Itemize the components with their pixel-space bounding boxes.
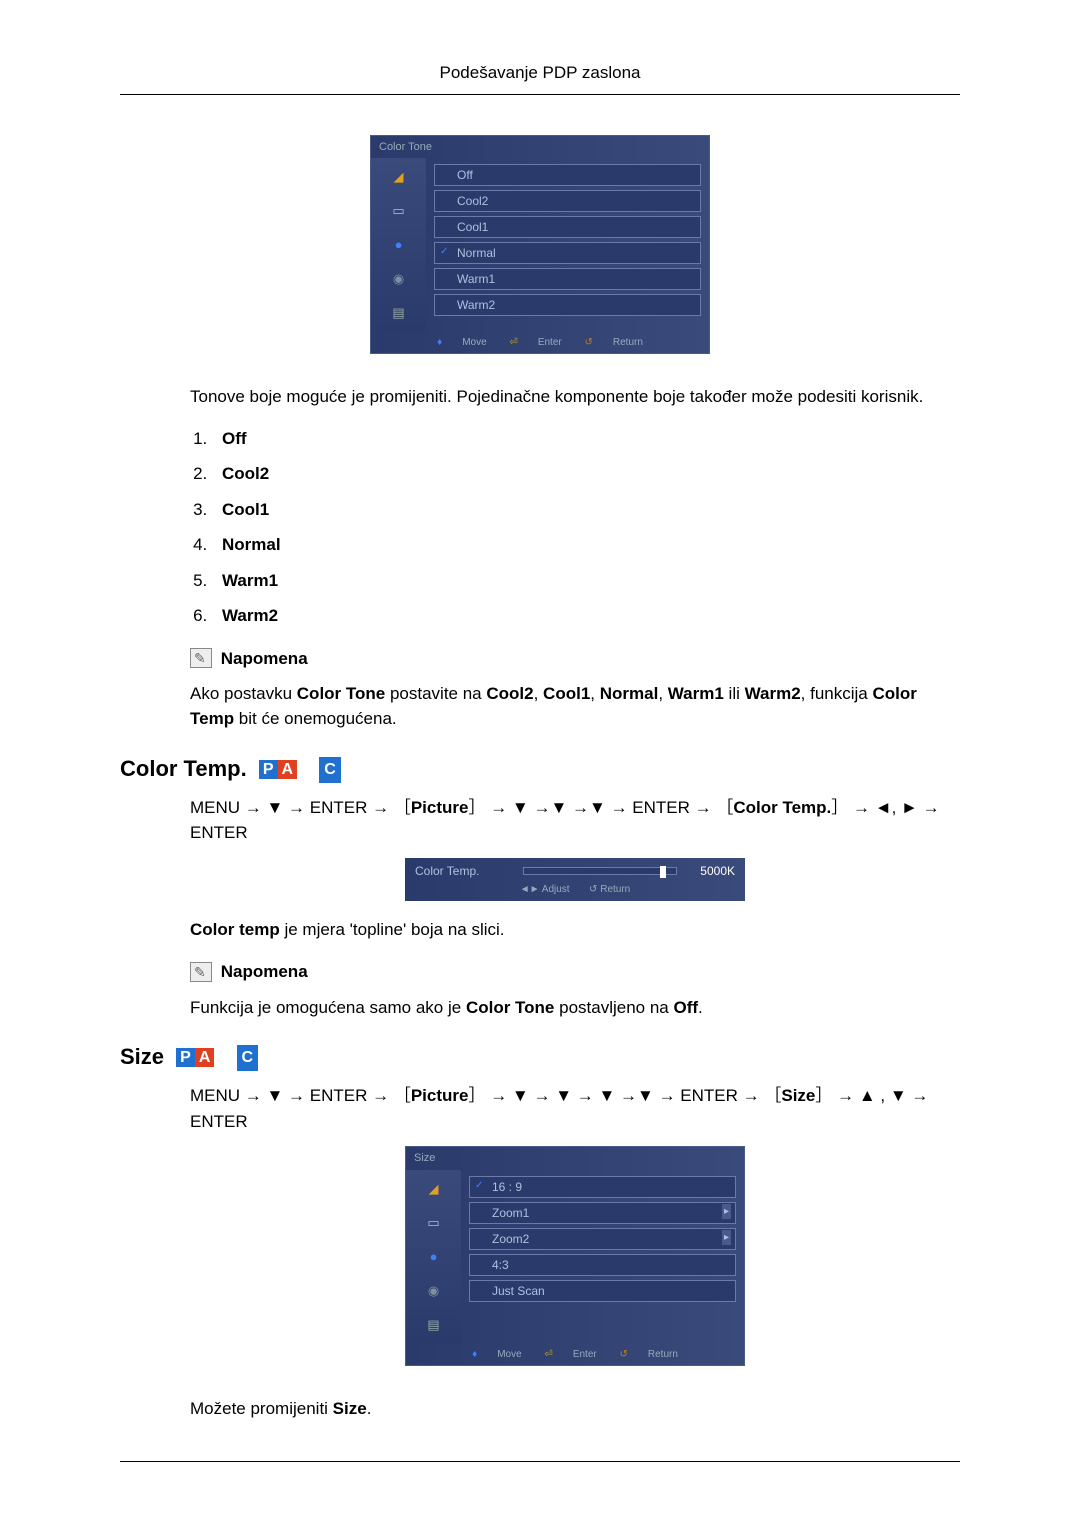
- list-item: Cool1: [212, 497, 960, 523]
- osd-list: 16 : 9 Zoom1▸ Zoom2▸ 4:3 Just Scan: [461, 1170, 744, 1344]
- slider-footer: ◄► Adjust ↺ Return: [415, 880, 735, 897]
- slider-label: Color Temp.: [415, 862, 515, 880]
- slider-bar: [523, 867, 677, 875]
- list-item: Warm1: [212, 568, 960, 594]
- osd-item-selected: 16 : 9: [469, 1176, 736, 1198]
- pa-badge: PA: [174, 1045, 216, 1071]
- note-icon: [190, 962, 212, 982]
- osd-item-selected: Normal: [434, 242, 701, 264]
- list-item: Off: [212, 426, 960, 452]
- osd-title: Size: [406, 1147, 744, 1170]
- slider-value: 5000K: [685, 862, 735, 880]
- osd-item: Cool2: [434, 190, 701, 212]
- note-text: Funkcija je omogućena samo ako je Color …: [190, 995, 960, 1021]
- c-badge: C: [237, 1045, 259, 1071]
- osd-item: Zoom2▸: [469, 1228, 736, 1250]
- intro-paragraph: Tonove boje moguće je promijeniti. Pojed…: [190, 384, 960, 410]
- tv-icon: ▭: [388, 200, 410, 222]
- setup-icon: ◉: [423, 1280, 445, 1302]
- note-heading: Napomena: [190, 958, 960, 984]
- osd-item: Off: [434, 164, 701, 186]
- slider-row: Color Temp. 5000K: [415, 862, 735, 880]
- size-desc: Možete promijeniti Size.: [190, 1396, 960, 1422]
- content-block: Tonove boje moguće je promijeniti. Pojed…: [120, 384, 960, 732]
- osd-footer: ♦Move ⏎Enter ↺Return: [406, 1344, 744, 1365]
- input-icon: ▤: [388, 302, 410, 324]
- osd-body: ◢ ▭ ● ◉ ▤ Off Cool2 Cool1 Normal Warm1 W…: [371, 158, 709, 332]
- pa-badge: PA: [257, 757, 299, 783]
- note-label: Napomena: [221, 962, 308, 981]
- picture-icon: ◢: [423, 1178, 445, 1200]
- content-block: MENU → ▼ → ENTER → ［Picture］ → ▼ → ▼ → ▼…: [120, 1083, 960, 1421]
- osd-item: Warm1: [434, 268, 701, 290]
- color-tone-list: Off Cool2 Cool1 Normal Warm1 Warm2: [190, 426, 960, 629]
- osd-color-tone-menu: Color Tone ◢ ▭ ● ◉ ▤ Off Cool2 Cool1 Nor…: [370, 135, 710, 355]
- osd-sidebar: ◢ ▭ ● ◉ ▤: [406, 1170, 461, 1344]
- arrow-right-icon: ▸: [722, 1230, 731, 1245]
- list-item: Normal: [212, 532, 960, 558]
- note-label: Napomena: [221, 648, 308, 667]
- arrow-right-icon: ▸: [722, 1204, 731, 1219]
- input-icon: ▤: [423, 1314, 445, 1336]
- note-icon: [190, 648, 212, 668]
- section-size: Size PA C: [120, 1040, 960, 1073]
- osd-item: 4:3: [469, 1254, 736, 1276]
- c-badge: C: [319, 757, 341, 783]
- osd-item: Warm2: [434, 294, 701, 316]
- nav-path-colortemp: MENU → ▼ → ENTER → ［Picture］ → ▼ →▼ →▼ →…: [190, 795, 960, 846]
- nav-path-size: MENU → ▼ → ENTER → ［Picture］ → ▼ → ▼ → ▼…: [190, 1083, 960, 1134]
- list-item: Cool2: [212, 461, 960, 487]
- osd-item: Just Scan: [469, 1280, 736, 1302]
- osd-item: Cool1: [434, 216, 701, 238]
- sound-icon: ●: [423, 1246, 445, 1268]
- tv-icon: ▭: [423, 1212, 445, 1234]
- section-color-temp: Color Temp. PA C: [120, 752, 960, 785]
- osd-body: ◢ ▭ ● ◉ ▤ 16 : 9 Zoom1▸ Zoom2▸ 4:3 Just …: [406, 1170, 744, 1344]
- osd-size-menu: Size ◢ ▭ ● ◉ ▤ 16 : 9 Zoom1▸ Zoom2▸ 4:3 …: [405, 1146, 745, 1366]
- page-header-text: Podešavanje PDP zaslona: [440, 63, 641, 82]
- sound-icon: ●: [388, 234, 410, 256]
- setup-icon: ◉: [388, 268, 410, 290]
- colortemp-desc: Color temp je mjera 'topline' boja na sl…: [190, 917, 960, 943]
- page-header: Podešavanje PDP zaslona: [120, 60, 960, 95]
- osd-colortemp-slider: Color Temp. 5000K ◄► Adjust ↺ Return: [405, 858, 745, 901]
- bottom-rule: [120, 1461, 960, 1462]
- osd-sidebar: ◢ ▭ ● ◉ ▤: [371, 158, 426, 332]
- osd-list: Off Cool2 Cool1 Normal Warm1 Warm2: [426, 158, 709, 332]
- osd-item: Zoom1▸: [469, 1202, 736, 1224]
- content-block: MENU → ▼ → ENTER → ［Picture］ → ▼ →▼ →▼ →…: [120, 795, 960, 1020]
- osd-footer: ♦Move ⏎Enter ↺Return: [371, 332, 709, 353]
- note-heading: Napomena: [190, 645, 960, 671]
- list-item: Warm2: [212, 603, 960, 629]
- note-text: Ako postavku Color Tone postavite na Coo…: [190, 681, 960, 732]
- osd-title: Color Tone: [371, 136, 709, 159]
- picture-icon: ◢: [388, 166, 410, 188]
